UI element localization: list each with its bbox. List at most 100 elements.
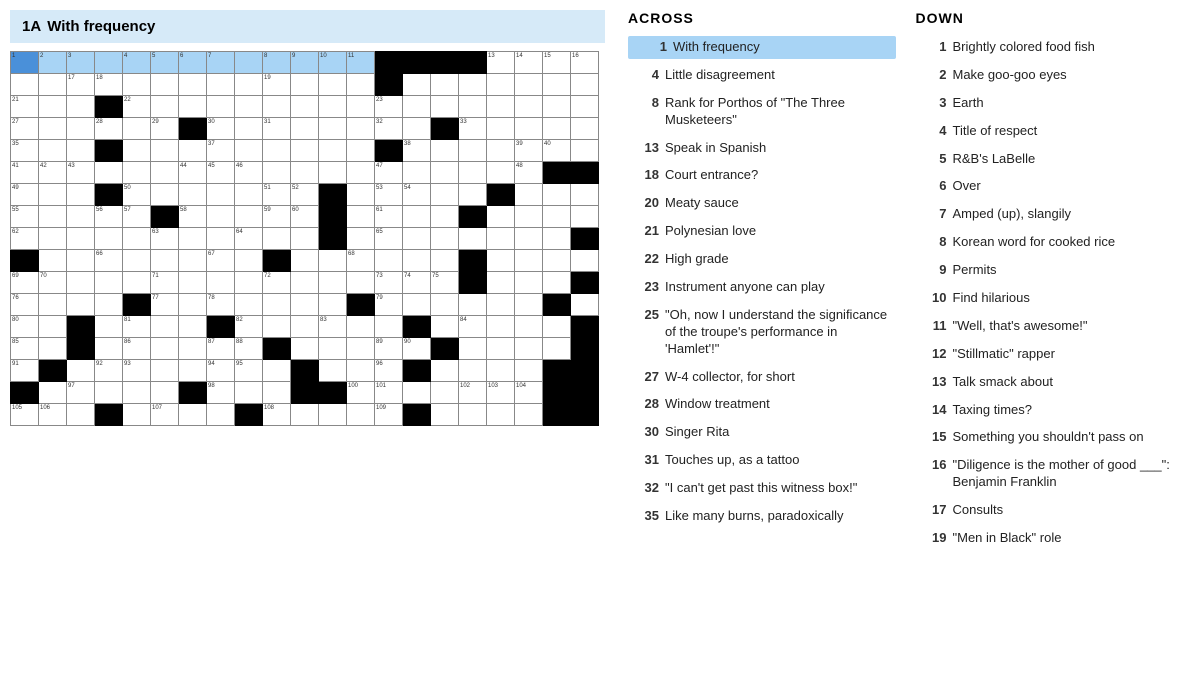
grid-cell[interactable] bbox=[403, 360, 431, 382]
grid-cell[interactable] bbox=[39, 74, 67, 96]
grid-cell[interactable] bbox=[319, 338, 347, 360]
grid-cell[interactable]: 94 bbox=[207, 360, 235, 382]
grid-cell[interactable] bbox=[515, 184, 543, 206]
grid-cell[interactable] bbox=[403, 52, 431, 74]
grid-cell[interactable] bbox=[95, 404, 123, 426]
grid-cell[interactable] bbox=[235, 272, 263, 294]
grid-cell[interactable] bbox=[151, 74, 179, 96]
grid-cell[interactable] bbox=[291, 96, 319, 118]
across-clues-list[interactable]: 1With frequency4Little disagreement8Rank… bbox=[628, 36, 900, 665]
grid-cell[interactable] bbox=[39, 228, 67, 250]
grid-cell[interactable] bbox=[235, 184, 263, 206]
grid-cell[interactable] bbox=[543, 228, 571, 250]
grid-cell[interactable] bbox=[347, 162, 375, 184]
grid-cell[interactable] bbox=[179, 294, 207, 316]
down-clue-item[interactable]: 16"Diligence is the mother of good ___":… bbox=[916, 454, 1184, 494]
grid-cell[interactable] bbox=[179, 272, 207, 294]
grid-cell[interactable]: 93 bbox=[123, 360, 151, 382]
grid-cell[interactable] bbox=[207, 184, 235, 206]
grid-cell[interactable] bbox=[347, 184, 375, 206]
grid-cell[interactable] bbox=[319, 250, 347, 272]
grid-cell[interactable] bbox=[403, 118, 431, 140]
grid-cell[interactable] bbox=[179, 382, 207, 404]
grid-cell[interactable]: 53 bbox=[375, 184, 403, 206]
grid-cell[interactable] bbox=[291, 338, 319, 360]
grid-cell[interactable] bbox=[515, 96, 543, 118]
grid-cell[interactable] bbox=[67, 316, 95, 338]
down-clue-item[interactable]: 19"Men in Black" role bbox=[916, 527, 1184, 550]
grid-cell[interactable] bbox=[487, 162, 515, 184]
grid-cell[interactable] bbox=[403, 316, 431, 338]
grid-cell[interactable]: 54 bbox=[403, 184, 431, 206]
down-clue-item[interactable]: 5R&B's LaBelle bbox=[916, 148, 1184, 171]
down-clue-item[interactable]: 11"Well, that's awesome!" bbox=[916, 315, 1184, 338]
grid-cell[interactable] bbox=[67, 338, 95, 360]
grid-cell[interactable] bbox=[179, 228, 207, 250]
grid-cell[interactable] bbox=[39, 118, 67, 140]
down-clue-item[interactable]: 15Something you shouldn't pass on bbox=[916, 426, 1184, 449]
grid-cell[interactable] bbox=[403, 162, 431, 184]
grid-cell[interactable] bbox=[403, 294, 431, 316]
grid-cell[interactable] bbox=[571, 382, 599, 404]
grid-cell[interactable] bbox=[123, 74, 151, 96]
grid-cell[interactable] bbox=[291, 360, 319, 382]
grid-cell[interactable] bbox=[347, 404, 375, 426]
grid-cell[interactable] bbox=[543, 338, 571, 360]
grid-cell[interactable] bbox=[459, 228, 487, 250]
grid-cell[interactable]: 84 bbox=[459, 316, 487, 338]
grid-cell[interactable] bbox=[263, 316, 291, 338]
grid-cell[interactable] bbox=[431, 206, 459, 228]
grid-cell[interactable] bbox=[543, 162, 571, 184]
grid-cell[interactable] bbox=[207, 316, 235, 338]
down-clue-item[interactable]: 4Title of respect bbox=[916, 120, 1184, 143]
grid-cell[interactable] bbox=[487, 250, 515, 272]
across-clue-item[interactable]: 27W-4 collector, for short bbox=[628, 366, 896, 389]
grid-cell[interactable] bbox=[11, 74, 39, 96]
grid-cell[interactable] bbox=[319, 162, 347, 184]
across-clue-item[interactable]: 31Touches up, as a tattoo bbox=[628, 449, 896, 472]
grid-cell[interactable]: 42 bbox=[39, 162, 67, 184]
grid-cell[interactable]: 86 bbox=[123, 338, 151, 360]
grid-cell[interactable]: 48 bbox=[515, 162, 543, 184]
grid-cell[interactable] bbox=[179, 118, 207, 140]
grid-cell[interactable]: 14 bbox=[515, 52, 543, 74]
grid-cell[interactable] bbox=[39, 316, 67, 338]
grid-cell[interactable]: 37 bbox=[207, 140, 235, 162]
down-clue-item[interactable]: 17Consults bbox=[916, 499, 1184, 522]
grid-cell[interactable]: 45 bbox=[207, 162, 235, 184]
grid-cell[interactable] bbox=[179, 74, 207, 96]
grid-cell[interactable] bbox=[263, 250, 291, 272]
grid-cell[interactable] bbox=[291, 382, 319, 404]
grid-cell[interactable] bbox=[543, 118, 571, 140]
grid-cell[interactable]: 57 bbox=[123, 206, 151, 228]
grid-cell[interactable] bbox=[319, 118, 347, 140]
grid-cell[interactable] bbox=[515, 294, 543, 316]
grid-cell[interactable] bbox=[487, 118, 515, 140]
grid-cell[interactable]: 76 bbox=[11, 294, 39, 316]
down-clue-item[interactable]: 14Taxing times? bbox=[916, 399, 1184, 422]
grid-cell[interactable] bbox=[515, 360, 543, 382]
grid-cell[interactable]: 109 bbox=[375, 404, 403, 426]
grid-cell[interactable] bbox=[179, 316, 207, 338]
grid-cell[interactable] bbox=[459, 338, 487, 360]
grid-cell[interactable]: 75 bbox=[431, 272, 459, 294]
grid-cell[interactable] bbox=[319, 294, 347, 316]
grid-cell[interactable]: 67 bbox=[207, 250, 235, 272]
grid-cell[interactable]: 15 bbox=[543, 52, 571, 74]
grid-cell[interactable] bbox=[487, 206, 515, 228]
grid-cell[interactable]: 33 bbox=[459, 118, 487, 140]
grid-cell[interactable] bbox=[67, 404, 95, 426]
grid-cell[interactable] bbox=[403, 404, 431, 426]
grid-cell[interactable] bbox=[543, 74, 571, 96]
grid-cell[interactable] bbox=[67, 250, 95, 272]
grid-cell[interactable] bbox=[515, 404, 543, 426]
grid-cell[interactable] bbox=[39, 250, 67, 272]
grid-cell[interactable] bbox=[291, 162, 319, 184]
grid-cell[interactable] bbox=[347, 272, 375, 294]
grid-cell[interactable] bbox=[571, 184, 599, 206]
grid-cell[interactable] bbox=[459, 206, 487, 228]
grid-cell[interactable]: 31 bbox=[263, 118, 291, 140]
down-clue-item[interactable]: 7Amped (up), slangily bbox=[916, 203, 1184, 226]
grid-cell[interactable] bbox=[67, 184, 95, 206]
grid-cell[interactable] bbox=[123, 272, 151, 294]
